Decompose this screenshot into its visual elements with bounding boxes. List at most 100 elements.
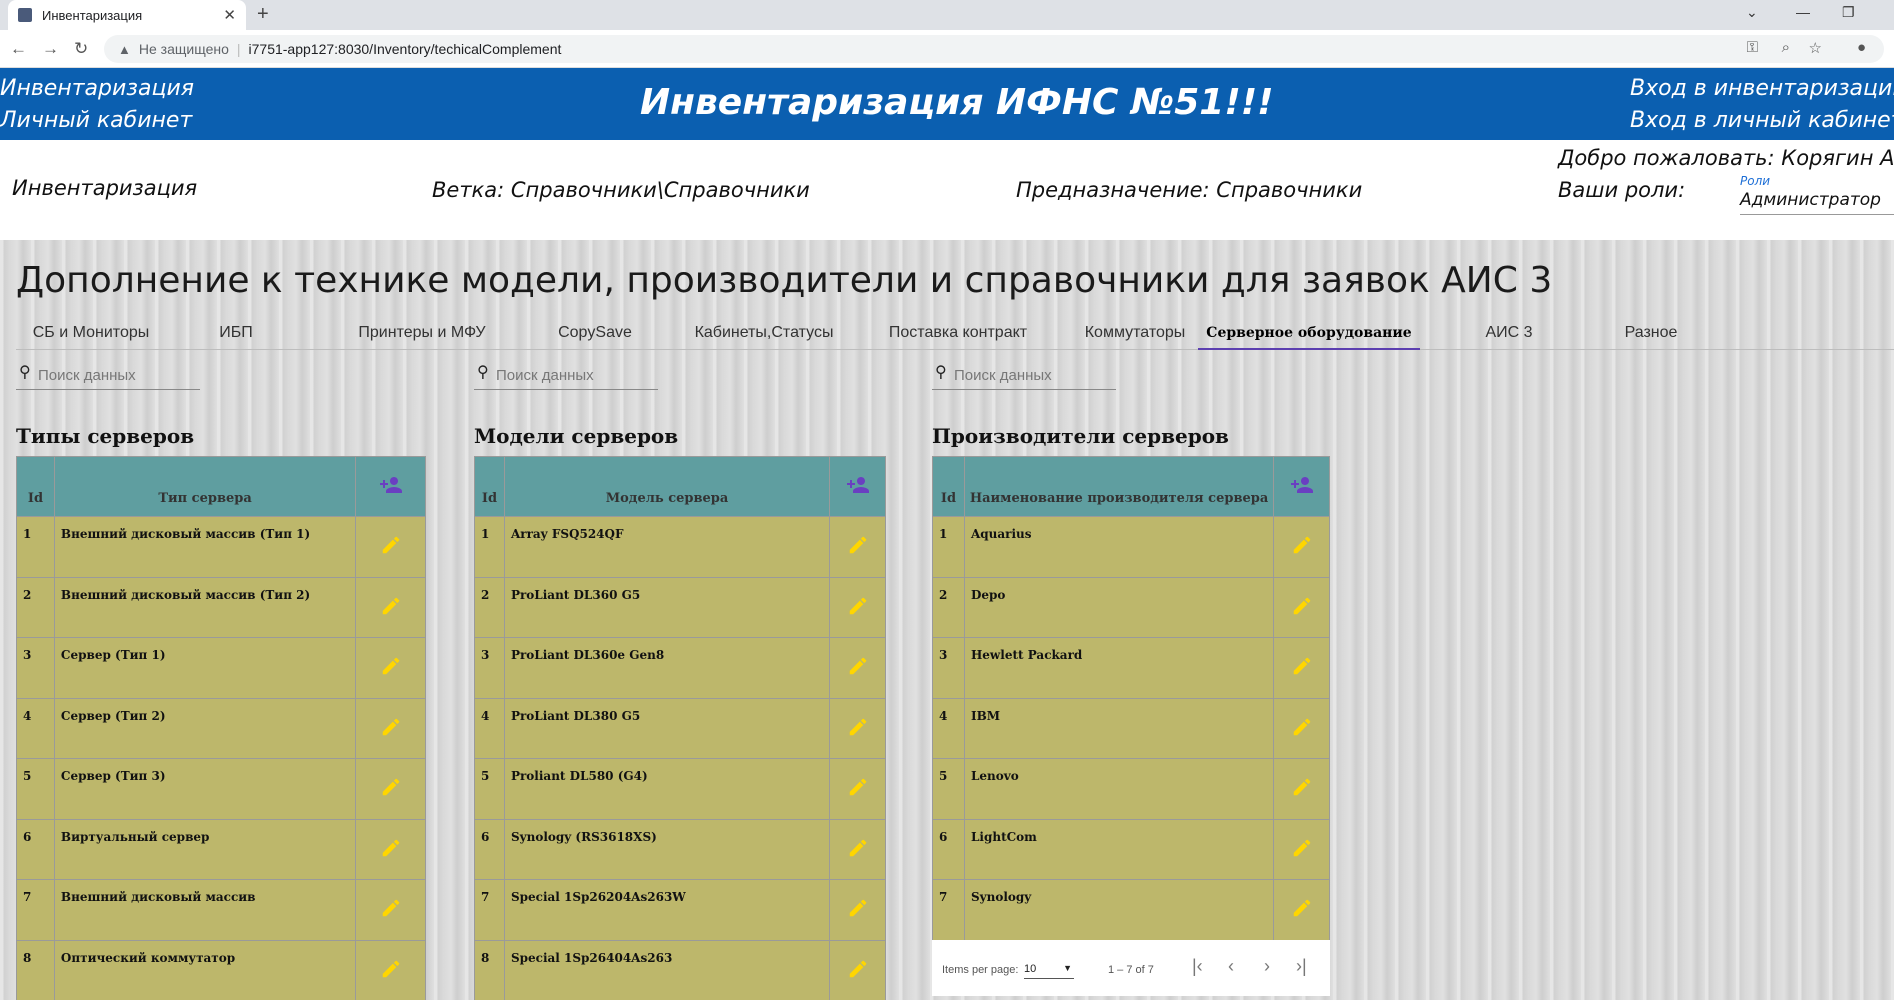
edit-button[interactable] xyxy=(1273,879,1330,941)
bookmark-star-icon[interactable]: ☆ xyxy=(1809,39,1822,57)
url-field[interactable]: ▲ Не защищено | i7751-app127:8030/Invent… xyxy=(104,35,1884,63)
nav-link-login-inventory[interactable]: Вход в инвентаризацию xyxy=(1630,76,1894,101)
pencil-icon xyxy=(849,899,866,917)
forward-icon[interactable]: → xyxy=(42,39,59,59)
roles-select[interactable]: Администратор ▾ xyxy=(1740,190,1894,215)
add-user-icon xyxy=(379,476,402,493)
page-range: 1 – 7 of 7 xyxy=(1108,964,1154,976)
insecure-label: Не защищено xyxy=(138,41,229,57)
tab-misc[interactable]: Разное xyxy=(1576,316,1726,350)
edit-button[interactable] xyxy=(829,697,886,759)
pencil-icon xyxy=(1293,657,1310,675)
edit-button[interactable] xyxy=(1273,576,1330,638)
key-icon[interactable]: ⚿ xyxy=(1747,39,1758,56)
first-page-icon[interactable]: |‹ xyxy=(1192,956,1203,977)
table-row: 1 Внешний дисковый массив (Тип 1) xyxy=(16,516,426,578)
search-types-input[interactable]: ⚲ Поиск данных xyxy=(16,360,200,390)
add-type-button[interactable] xyxy=(355,456,426,517)
row-id: 5 xyxy=(16,758,55,820)
edit-button[interactable] xyxy=(355,879,426,941)
col-name-header: Наименование производителя сервера xyxy=(963,456,1275,517)
tab-cabinets[interactable]: Кабинеты,Статусы xyxy=(674,316,854,350)
tab-search-icon[interactable]: ⌄ xyxy=(1746,4,1758,21)
row-name: Сервер (Тип 3) xyxy=(53,758,357,820)
pencil-icon xyxy=(849,960,866,977)
edit-button[interactable] xyxy=(1273,637,1330,699)
roles-select-value: Администратор xyxy=(1740,190,1881,210)
tab-copysave[interactable]: CopySave xyxy=(530,316,660,350)
table-row: 2 ProLiant DL360 G5 xyxy=(474,576,886,638)
zoom-icon[interactable]: ⌕ xyxy=(1782,39,1790,56)
row-name: Сервер (Тип 2) xyxy=(53,697,357,759)
edit-button[interactable] xyxy=(355,818,426,880)
edit-button[interactable] xyxy=(829,637,886,699)
add-user-icon xyxy=(846,476,869,493)
tab-server-equipment[interactable]: Серверное оборудование xyxy=(1198,316,1420,350)
edit-button[interactable] xyxy=(829,576,886,638)
pencil-icon xyxy=(849,718,866,735)
edit-button[interactable] xyxy=(829,758,886,820)
tab-printers[interactable]: Принтеры и МФУ xyxy=(342,316,502,350)
row-id: 2 xyxy=(474,576,505,638)
reload-icon[interactable]: ↻ xyxy=(74,39,88,59)
search-models-input[interactable]: ⚲ Поиск данных xyxy=(474,360,658,390)
section-label: Инвентаризация xyxy=(12,176,198,200)
last-page-icon[interactable]: ›| xyxy=(1296,956,1307,977)
row-name: Special 1Sp26204As263W xyxy=(503,879,831,941)
edit-button[interactable] xyxy=(829,879,886,941)
browser-tab[interactable]: Инвентаризация ✕ xyxy=(8,0,246,30)
minimize-icon[interactable]: — xyxy=(1796,4,1810,20)
edit-button[interactable] xyxy=(355,516,426,578)
pencil-icon xyxy=(382,839,399,856)
app-header: Инвентаризация Личный кабинет Инвентариз… xyxy=(0,68,1894,140)
prev-page-icon[interactable]: ‹ xyxy=(1228,956,1234,977)
search-icon: ⚲ xyxy=(935,364,947,381)
table-row: 5 Proliant DL580 (G4) xyxy=(474,758,886,820)
next-page-icon[interactable]: › xyxy=(1264,956,1270,977)
search-placeholder: Поиск данных xyxy=(38,367,136,384)
main-content: Дополнение к технике модели, производите… xyxy=(0,240,1894,1000)
edit-button[interactable] xyxy=(1273,516,1330,578)
welcome-label: Добро пожаловать: Корягин А.С. xyxy=(1558,146,1894,170)
edit-button[interactable] xyxy=(829,818,886,880)
edit-button[interactable] xyxy=(829,516,886,578)
pencil-icon xyxy=(382,718,399,735)
pencil-icon xyxy=(382,597,399,614)
search-makers-input[interactable]: ⚲ Поиск данных xyxy=(932,360,1116,390)
tab-ais3[interactable]: АИС 3 xyxy=(1434,316,1584,350)
search-placeholder: Поиск данных xyxy=(496,367,594,384)
row-name: LightCom xyxy=(963,818,1275,880)
edit-button[interactable] xyxy=(1273,697,1330,759)
nav-link-cabinet[interactable]: Личный кабинет xyxy=(0,108,192,133)
tab-switches[interactable]: Коммутаторы xyxy=(1060,316,1210,350)
row-id: 2 xyxy=(16,576,55,638)
add-maker-button[interactable] xyxy=(1273,456,1330,517)
col-id-header: Id xyxy=(474,456,505,517)
add-model-button[interactable] xyxy=(829,456,886,517)
models-title: Модели серверов xyxy=(474,424,679,448)
edit-button[interactable] xyxy=(1273,758,1330,820)
url-text: i7751-app127:8030/Inventory/techicalComp… xyxy=(248,41,562,57)
edit-button[interactable] xyxy=(1273,818,1330,880)
profile-icon[interactable]: ● xyxy=(1857,39,1866,56)
back-icon[interactable]: ← xyxy=(10,39,27,59)
edit-button[interactable] xyxy=(355,697,426,759)
models-table: Id Модель сервера 1 Array FSQ524QF 2 ProLia… xyxy=(474,456,886,1000)
row-id: 5 xyxy=(932,758,965,820)
row-id: 7 xyxy=(932,879,965,941)
page-size-select[interactable]: 10 ▼ xyxy=(1024,957,1074,979)
tab-contract[interactable]: Поставка контракт xyxy=(868,316,1048,350)
edit-button[interactable] xyxy=(355,637,426,699)
nav-link-inventory[interactable]: Инвентаризация xyxy=(0,76,194,101)
close-tab-icon[interactable]: ✕ xyxy=(223,6,236,24)
row-name: ProLiant DL360 G5 xyxy=(503,576,831,638)
restore-icon[interactable]: ❐ xyxy=(1842,4,1855,21)
new-tab-icon[interactable]: + xyxy=(257,3,269,26)
nav-link-login-cabinet[interactable]: Вход в личный кабинет xyxy=(1630,108,1894,133)
edit-button[interactable] xyxy=(355,576,426,638)
edit-button[interactable] xyxy=(829,939,886,1000)
edit-button[interactable] xyxy=(355,758,426,820)
tab-sb-monitors[interactable]: СБ и Мониторы xyxy=(16,316,166,350)
tab-ups[interactable]: ИБП xyxy=(186,316,286,350)
edit-button[interactable] xyxy=(355,939,426,1000)
